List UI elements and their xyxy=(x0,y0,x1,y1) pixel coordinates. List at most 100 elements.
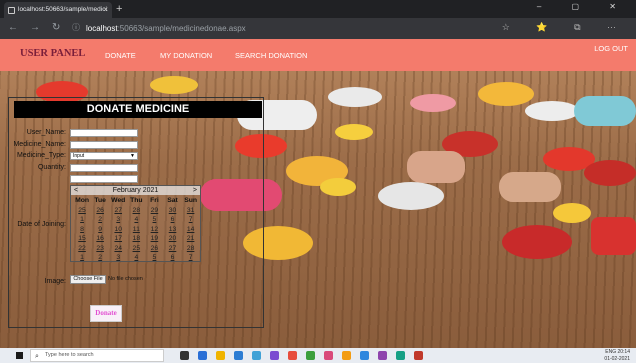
mail-icon[interactable] xyxy=(252,351,261,360)
calendar-day[interactable]: 5 xyxy=(145,253,163,263)
calendar-day[interactable]: 9 xyxy=(91,225,109,235)
calendar-day[interactable]: 10 xyxy=(109,225,127,235)
calendar-day[interactable]: 6 xyxy=(163,253,181,263)
calendar-day[interactable]: 13 xyxy=(163,225,181,235)
calendar-day[interactable]: 6 xyxy=(163,215,181,225)
calendar-day[interactable]: 26 xyxy=(91,206,109,216)
calendar-day[interactable]: 3 xyxy=(109,215,127,225)
calendar-day[interactable]: 27 xyxy=(163,244,181,254)
calendar-day[interactable]: 21 xyxy=(182,234,200,244)
app-icon[interactable] xyxy=(288,351,297,360)
nav-donate[interactable]: DONATE xyxy=(105,51,136,60)
medicine-name-input[interactable] xyxy=(70,141,138,149)
edge-browser-icon[interactable] xyxy=(198,351,207,360)
calendar-day-of-week: Wed xyxy=(111,197,126,204)
calendar-day[interactable]: 7 xyxy=(182,253,200,263)
choose-file-button[interactable]: Choose File xyxy=(70,275,106,284)
calendar-day[interactable]: 4 xyxy=(127,215,145,225)
calendar-day[interactable]: 31 xyxy=(182,206,200,216)
window-controls[interactable]: – ▢ ✕ xyxy=(537,2,630,11)
url-field[interactable]: localhost:50663/sample/medicinedonae.asp… xyxy=(86,22,246,35)
calendar-day[interactable]: 2 xyxy=(91,215,109,225)
date-input[interactable] xyxy=(70,175,138,183)
store-icon[interactable] xyxy=(234,351,243,360)
quantity-input[interactable] xyxy=(70,164,138,172)
calendar-day[interactable]: 25 xyxy=(127,244,145,254)
calendar-day-of-week: Fri xyxy=(150,197,159,204)
background-pill xyxy=(378,182,444,210)
windows-start-icon[interactable] xyxy=(16,352,23,359)
taskbar-search-input[interactable]: ⌕ Type here to search xyxy=(30,349,164,362)
user-name-input[interactable] xyxy=(70,129,138,137)
app-icon[interactable] xyxy=(324,351,333,360)
task-view-icon[interactable] xyxy=(180,351,189,360)
calendar-day[interactable]: 15 xyxy=(73,234,91,244)
calendar-day[interactable]: 2 xyxy=(91,253,109,263)
calendar-week-row: 22 23 24 25 26 27 28 xyxy=(73,244,200,254)
calendar-day[interactable]: 5 xyxy=(145,215,163,225)
chrome-icon[interactable] xyxy=(414,351,423,360)
app-icon[interactable] xyxy=(378,351,387,360)
calendar-day[interactable]: 27 xyxy=(109,206,127,216)
calendar-day[interactable]: 3 xyxy=(109,253,127,263)
background-pill xyxy=(584,160,636,186)
calendar-day[interactable]: 11 xyxy=(127,225,145,235)
app-icon[interactable] xyxy=(396,351,405,360)
calendar-day[interactable]: 1 xyxy=(73,253,91,263)
app-icon[interactable] xyxy=(342,351,351,360)
calendar-week-row: 25 26 27 28 29 30 31 xyxy=(73,206,200,216)
calendar-prev-button[interactable]: < xyxy=(74,186,78,195)
calendar-day[interactable]: 20 xyxy=(163,234,181,244)
calendar-day[interactable]: 18 xyxy=(127,234,145,244)
calendar-month-title: February 2021 xyxy=(112,187,159,194)
calendar-day[interactable]: 23 xyxy=(91,244,109,254)
calendar-day[interactable]: 28 xyxy=(127,206,145,216)
visual-studio-icon[interactable] xyxy=(270,351,279,360)
medicine-type-select[interactable]: Input ▼ xyxy=(70,152,138,160)
nav-search-donation[interactable]: SEARCH DONATION xyxy=(235,51,307,60)
system-tray[interactable]: ENG 20:14 01-02-2021 xyxy=(604,349,630,362)
medicine-name-label: Medicine_Name: xyxy=(13,141,66,148)
background-pill xyxy=(525,101,579,121)
chevron-down-icon: ▼ xyxy=(130,153,135,159)
calendar-next-button[interactable]: > xyxy=(193,186,197,195)
app-icon[interactable] xyxy=(360,351,369,360)
quantity-label: Quantity: xyxy=(37,164,66,171)
forward-arrow-icon[interactable]: → xyxy=(30,22,40,34)
calendar-day[interactable]: 29 xyxy=(145,206,163,216)
logout-link[interactable]: LOG OUT xyxy=(594,44,628,53)
browser-tab[interactable]: localhost:50663/sample/medici × xyxy=(4,2,112,18)
taskbar-search-placeholder: Type here to search xyxy=(45,352,94,358)
calendar-day[interactable]: 22 xyxy=(73,244,91,254)
page-content: USER PANEL DONATE MY DONATION SEARCH DON… xyxy=(0,39,636,348)
file-explorer-icon[interactable] xyxy=(216,351,225,360)
calendar-day[interactable]: 30 xyxy=(163,206,181,216)
calendar-day[interactable]: 16 xyxy=(91,234,109,244)
calendar-day[interactable]: 14 xyxy=(182,225,200,235)
nav-my-donation[interactable]: MY DONATION xyxy=(160,51,212,60)
site-info-icon[interactable]: ⓘ xyxy=(72,22,80,34)
calendar-day[interactable]: 26 xyxy=(145,244,163,254)
calendar-day[interactable]: 17 xyxy=(109,234,127,244)
calendar-day[interactable]: 28 xyxy=(182,244,200,254)
background-pill xyxy=(335,124,373,140)
calendar-day[interactable]: 19 xyxy=(145,234,163,244)
background-pill xyxy=(499,172,561,202)
calendar-day[interactable]: 7 xyxy=(182,215,200,225)
app-icon[interactable] xyxy=(306,351,315,360)
new-tab-button[interactable]: + xyxy=(116,2,122,16)
calendar-day[interactable]: 8 xyxy=(73,225,91,235)
calendar-day[interactable]: 12 xyxy=(145,225,163,235)
toolbar-icons[interactable]: ☆ ⭐ ⧉ ⋯ xyxy=(502,22,628,33)
calendar-day[interactable]: 1 xyxy=(73,215,91,225)
date-of-joining-label: Date of Joining: xyxy=(17,221,66,228)
calendar-day-of-week: Thu xyxy=(130,197,143,204)
close-tab-icon[interactable]: × xyxy=(103,2,108,18)
background-pill xyxy=(502,225,572,259)
reload-icon[interactable]: ↻ xyxy=(52,22,60,34)
donate-button[interactable]: Donate xyxy=(90,305,122,322)
back-arrow-icon[interactable]: ← xyxy=(8,22,18,34)
calendar-day[interactable]: 24 xyxy=(109,244,127,254)
calendar-day[interactable]: 25 xyxy=(73,206,91,216)
calendar-day[interactable]: 4 xyxy=(127,253,145,263)
